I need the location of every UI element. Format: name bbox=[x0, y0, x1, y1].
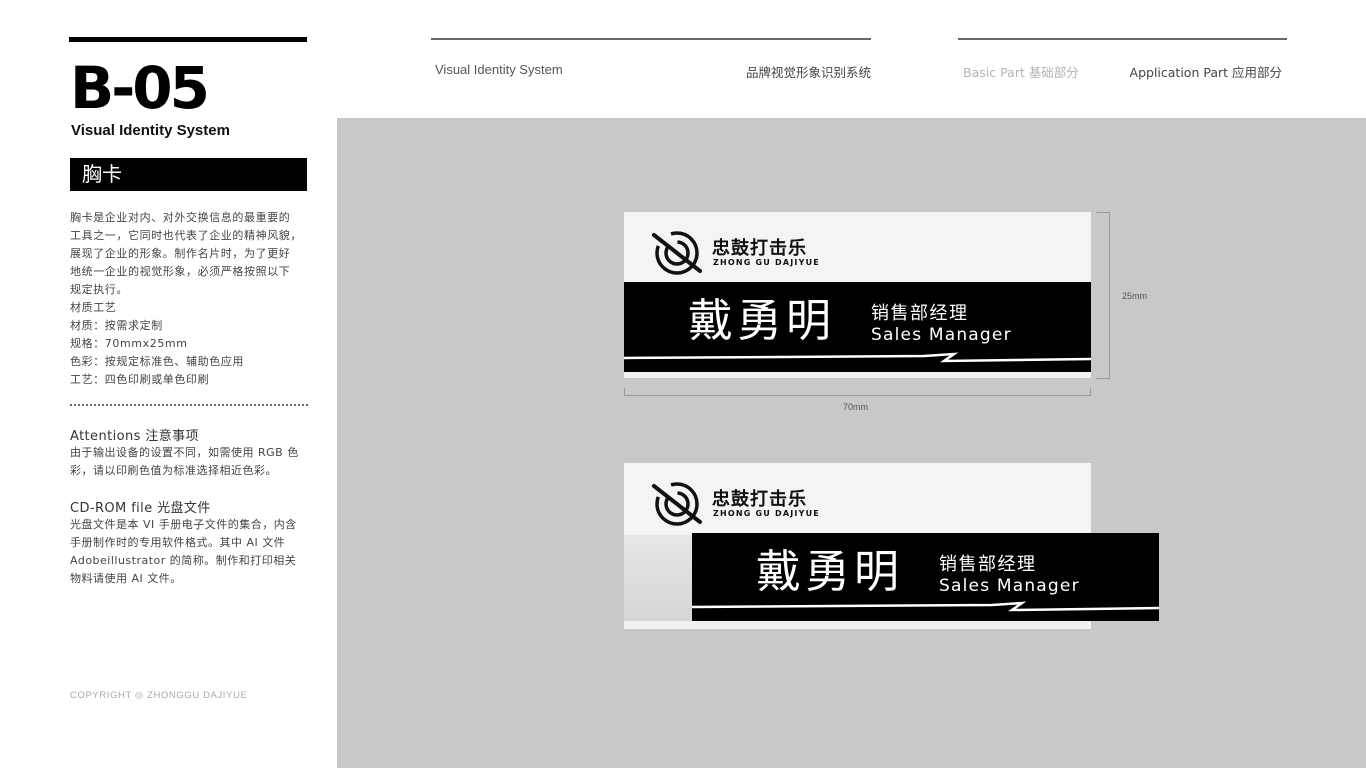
cdrom-line: 手册制作时的专用软件格式。其中 AI 文件 bbox=[70, 536, 286, 549]
height-dimension-tick-top bbox=[1096, 212, 1110, 213]
brand-name-cn: 忠鼓打击乐 bbox=[712, 489, 807, 510]
description-line: 规格：70mmx25mm bbox=[70, 337, 188, 350]
description-line: 工具之一，它同时也代表了企业的精神风貌， bbox=[70, 229, 302, 242]
badge-job-title-en: Sales Manager bbox=[939, 576, 1080, 596]
description-line: 地统一企业的视觉形象，必须严格按照以下 bbox=[70, 265, 291, 278]
header-rule-left bbox=[431, 38, 871, 40]
cdrom-line: 物料请使用 AI 文件。 bbox=[70, 572, 182, 585]
cdrom-body: 光盘文件是本 VI 手册电子文件的集合，内含 手册制作时的专用软件格式。其中 A… bbox=[70, 516, 308, 588]
badge-insert-band: 戴勇明 销售部经理 Sales Manager bbox=[692, 533, 1159, 621]
page-code: B-05 bbox=[70, 54, 210, 122]
dotted-divider bbox=[70, 404, 308, 406]
header-basic-part[interactable]: Basic Part 基础部分 bbox=[963, 62, 1079, 81]
description-line: 材质：按需求定制 bbox=[70, 319, 163, 332]
width-dimension-tick-left bbox=[624, 388, 625, 396]
height-dimension-tick-bottom bbox=[1096, 378, 1110, 379]
badge-person-name: 戴勇明 bbox=[688, 294, 836, 347]
header-application-part[interactable]: Application Part 应用部分 bbox=[1130, 62, 1282, 81]
cdrom-line: Adobeillustrator 的简称。制作和打印相关 bbox=[70, 554, 297, 567]
cdrom-line: 光盘文件是本 VI 手册电子文件的集合，内含 bbox=[70, 518, 297, 531]
description-line: 色彩：按规定标准色、辅助色应用 bbox=[70, 355, 244, 368]
drum-logo-icon bbox=[652, 482, 702, 526]
width-dimension-line bbox=[624, 395, 1091, 396]
badge-card-front: 忠鼓打击乐 ZHONG GU DAJIYUE 戴勇明 销售部经理 Sales M… bbox=[624, 212, 1091, 378]
brand-name-cn: 忠鼓打击乐 bbox=[712, 238, 807, 259]
description-line: 材质工艺 bbox=[70, 301, 117, 314]
height-dimension-line bbox=[1109, 212, 1110, 378]
brand-name-en: ZHONG GU DAJIYUE bbox=[713, 258, 820, 267]
badge-name-band: 戴勇明 销售部经理 Sales Manager bbox=[624, 282, 1091, 372]
holder-slot bbox=[624, 535, 694, 621]
drum-logo-icon bbox=[652, 231, 702, 275]
brand-name-en: ZHONG GU DAJIYUE bbox=[713, 509, 820, 518]
cdrom-title: CD-ROM file 光盘文件 bbox=[70, 501, 211, 516]
description-line: 展现了企业的形象。制作名片时，为了更好 bbox=[70, 247, 291, 260]
attentions-body: 由于输出设备的设置不同，如需使用 RGB 色 彩，请以印刷色值为标准选择相近色彩… bbox=[70, 444, 308, 480]
brush-stroke-decoration bbox=[692, 601, 1159, 612]
badge-job-title-cn: 销售部经理 bbox=[871, 303, 969, 324]
page-subtitle: Visual Identity System bbox=[71, 122, 230, 139]
header-system-en: Visual Identity System bbox=[435, 62, 563, 77]
description-line: 胸卡是企业对内、对外交换信息的最重要的 bbox=[70, 211, 291, 224]
attentions-line: 彩，请以印刷色值为标准选择相近色彩。 bbox=[70, 464, 277, 477]
width-dimension-tick-right bbox=[1090, 388, 1091, 396]
brush-stroke-decoration bbox=[624, 352, 1091, 363]
description-line: 工艺：四色印刷或单色印刷 bbox=[70, 373, 210, 386]
height-dimension-label: 25mm bbox=[1122, 291, 1148, 301]
showcase-stage: 忠鼓打击乐 ZHONG GU DAJIYUE 戴勇明 销售部经理 Sales M… bbox=[337, 118, 1366, 768]
attentions-title: Attentions 注意事项 bbox=[70, 429, 199, 444]
top-rule bbox=[69, 37, 307, 42]
header-system-cn: 品牌视觉形象识别系统 bbox=[746, 65, 872, 80]
badge-person-name: 戴勇明 bbox=[756, 545, 904, 598]
copyright: COPYRIGHT ◎ ZHONGGU DAJIYUE bbox=[70, 690, 248, 701]
badge-job-title-cn: 销售部经理 bbox=[939, 554, 1037, 575]
width-dimension-label: 70mm bbox=[843, 402, 869, 412]
description: 胸卡是企业对内、对外交换信息的最重要的 工具之一，它同时也代表了企业的精神风貌，… bbox=[70, 209, 308, 389]
description-line: 规定执行。 bbox=[70, 283, 128, 296]
attentions-line: 由于输出设备的设置不同，如需使用 RGB 色 bbox=[70, 446, 299, 459]
section-title: 胸卡 bbox=[70, 158, 307, 191]
badge-job-title-en: Sales Manager bbox=[871, 325, 1012, 345]
header-rule-right bbox=[958, 38, 1287, 40]
